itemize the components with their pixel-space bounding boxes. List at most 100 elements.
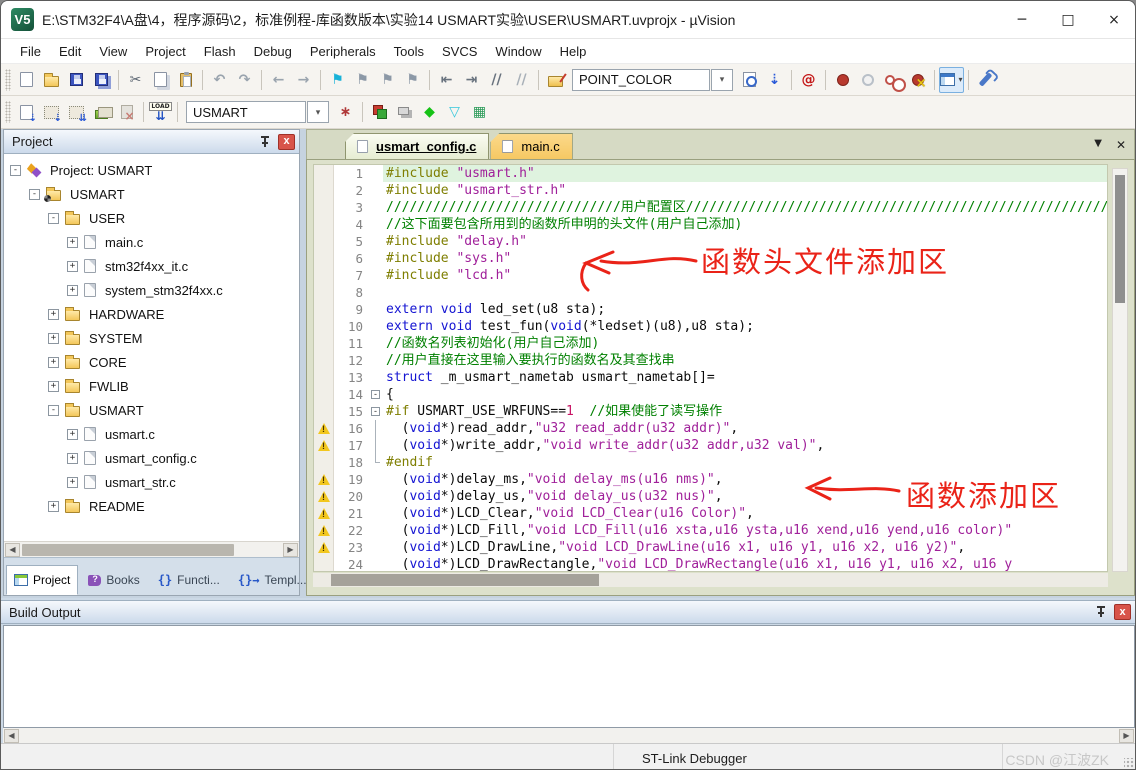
- incremental-find-icon[interactable]: ⇣: [762, 67, 787, 93]
- find-in-files-dialog-icon[interactable]: [737, 67, 762, 93]
- kill-all-breakpoints-icon[interactable]: [905, 67, 930, 93]
- menu-tools[interactable]: Tools: [385, 41, 433, 62]
- scroll-left-icon[interactable]: ◀: [5, 542, 20, 557]
- code-line[interactable]: 21 (void*)LCD_Clear,"void LCD_Clear(u16 …: [314, 505, 1107, 522]
- code-line[interactable]: 13 struct _m_usmart_nametab usmart_nameta…: [314, 369, 1107, 386]
- code-line[interactable]: 20 (void*)delay_us,"void delay_us(u32 nu…: [314, 488, 1107, 505]
- menu-help[interactable]: Help: [551, 41, 596, 62]
- code-line[interactable]: 9 extern void led_set(u8 sta);: [314, 301, 1107, 318]
- find-dropdown-icon[interactable]: ▾: [711, 68, 733, 91]
- download-icon[interactable]: LOAD ⇊: [148, 99, 173, 125]
- close-panel-icon[interactable]: x: [1114, 604, 1131, 620]
- code-line[interactable]: 3 //////////////////////////////用户配置区////…: [314, 199, 1107, 216]
- scroll-left-icon[interactable]: ◀: [4, 728, 19, 743]
- tree-item[interactable]: + CORE: [4, 350, 299, 374]
- find-input[interactable]: POINT_COLOR: [572, 68, 710, 91]
- panel-tab-books[interactable]: Books: [80, 565, 147, 595]
- panel-tab-templates[interactable]: {}→ Templ...: [230, 565, 315, 595]
- code-editor[interactable]: 1 #include "usmart.h" 2 #include "usmart_st…: [313, 164, 1108, 572]
- expand-icon[interactable]: +: [48, 332, 59, 344]
- pin-icon[interactable]: [260, 135, 270, 148]
- target-dropdown-icon[interactable]: ▾: [307, 101, 329, 123]
- code-line[interactable]: 14-{: [314, 386, 1107, 403]
- window-views-icon[interactable]: ▾: [939, 66, 964, 93]
- resize-grip[interactable]: [1124, 758, 1134, 768]
- tree-item[interactable]: + usmart_str.c: [4, 470, 299, 494]
- scroll-thumb[interactable]: [331, 574, 599, 586]
- collapse-icon[interactable]: -: [48, 212, 59, 224]
- manage-project-items-icon[interactable]: [367, 99, 392, 125]
- menu-peripherals[interactable]: Peripherals: [301, 41, 385, 62]
- code-line[interactable]: 8: [314, 284, 1107, 301]
- unindent-icon[interactable]: ⇤: [434, 67, 459, 93]
- save-all-icon[interactable]: [89, 67, 114, 93]
- fold-collapse-icon[interactable]: -: [371, 390, 380, 399]
- code-line[interactable]: 2 #include "usmart_str.h": [314, 182, 1107, 199]
- close-button[interactable]: ×: [1091, 1, 1135, 39]
- stop-build-icon[interactable]: [114, 99, 139, 125]
- new-file-icon[interactable]: [14, 67, 39, 93]
- scroll-thumb[interactable]: [1115, 175, 1125, 303]
- tab-main-c[interactable]: main.c: [490, 133, 573, 159]
- expand-icon[interactable]: +: [67, 284, 78, 296]
- editor-hscrollbar[interactable]: [313, 573, 1108, 587]
- scroll-right-icon[interactable]: ▶: [1119, 728, 1134, 743]
- close-document-icon[interactable]: ✕: [1116, 138, 1126, 152]
- indent-icon[interactable]: ⇥: [459, 67, 484, 93]
- close-panel-icon[interactable]: x: [278, 133, 295, 150]
- code-line[interactable]: 18 #endif: [314, 454, 1107, 471]
- tree-item[interactable]: + stm32f4xx_it.c: [4, 254, 299, 278]
- code-line[interactable]: 16 (void*)read_addr,"u32 read_addr(u32 a…: [314, 420, 1107, 437]
- toolbar-grip[interactable]: [5, 101, 11, 123]
- toolbar-grip[interactable]: [5, 68, 11, 91]
- cut-icon[interactable]: ✂: [123, 67, 148, 93]
- paste-icon[interactable]: [173, 67, 198, 93]
- code-line[interactable]: 5 #include "delay.h": [314, 233, 1107, 250]
- enable-disable-breakpoint-icon[interactable]: [855, 67, 880, 93]
- code-line[interactable]: 10 extern void test_fun(void(*ledset)(u8)…: [314, 318, 1107, 335]
- rebuild-all-icon[interactable]: ⇊: [64, 99, 89, 125]
- batch-build-icon[interactable]: [89, 99, 114, 125]
- editor-vscrollbar[interactable]: [1112, 168, 1128, 572]
- tree-item[interactable]: + FWLIB: [4, 374, 299, 398]
- code-line[interactable]: 6 #include "sys.h": [314, 250, 1107, 267]
- next-bookmark-icon[interactable]: ⚑: [350, 67, 375, 93]
- scroll-thumb[interactable]: [22, 544, 234, 556]
- code-line[interactable]: 11 //函数名列表初始化(用户自己添加): [314, 335, 1107, 352]
- tree-item[interactable]: + SYSTEM: [4, 326, 299, 350]
- expand-icon[interactable]: +: [48, 380, 59, 392]
- code-line[interactable]: 22 (void*)LCD_Fill,"void LCD_Fill(u16 xs…: [314, 522, 1107, 539]
- menu-file[interactable]: File: [11, 41, 50, 62]
- menu-edit[interactable]: Edit: [50, 41, 90, 62]
- find-in-files-icon[interactable]: [543, 67, 568, 93]
- redo-icon[interactable]: ↷: [232, 67, 257, 93]
- code-line[interactable]: 19 (void*)delay_ms,"void delay_ms(u16 nm…: [314, 471, 1107, 488]
- code-line[interactable]: 17 (void*)write_addr,"void write_addr(u3…: [314, 437, 1107, 454]
- panel-tab-project[interactable]: Project: [6, 565, 79, 595]
- source-browser-icon[interactable]: ▦: [467, 99, 492, 125]
- disable-all-breakpoints-icon[interactable]: [880, 67, 906, 93]
- pin-icon[interactable]: [1096, 606, 1106, 618]
- tree-item[interactable]: - USMART: [4, 182, 299, 206]
- functions-window-icon[interactable]: ◆: [417, 99, 442, 125]
- menu-flash[interactable]: Flash: [195, 41, 245, 62]
- menu-view[interactable]: View: [90, 41, 136, 62]
- comment-selection-icon[interactable]: //: [484, 67, 509, 93]
- target-options-icon[interactable]: ∗: [333, 99, 358, 125]
- minimize-button[interactable]: ─: [999, 1, 1045, 39]
- copy-icon[interactable]: [148, 67, 173, 93]
- target-select[interactable]: USMART: [186, 101, 306, 123]
- build-output-hscrollbar[interactable]: ◀ ▶: [3, 728, 1135, 743]
- collapse-icon[interactable]: -: [29, 188, 40, 200]
- build-output-content[interactable]: [3, 625, 1135, 728]
- panel-tab-functions[interactable]: {} Functi...: [150, 565, 228, 595]
- expand-icon[interactable]: +: [67, 476, 78, 488]
- collapse-icon[interactable]: -: [48, 404, 59, 416]
- save-icon[interactable]: [64, 67, 89, 93]
- code-line[interactable]: 7 #include "lcd.h": [314, 267, 1107, 284]
- previous-bookmark-icon[interactable]: ⚑: [375, 67, 400, 93]
- tree-item[interactable]: + usmart_config.c: [4, 446, 299, 470]
- tab-list-dropdown-icon[interactable]: ▼: [1094, 138, 1102, 152]
- code-line[interactable]: 1 #include "usmart.h": [314, 165, 1107, 182]
- code-line[interactable]: 23 (void*)LCD_DrawLine,"void LCD_DrawLin…: [314, 539, 1107, 556]
